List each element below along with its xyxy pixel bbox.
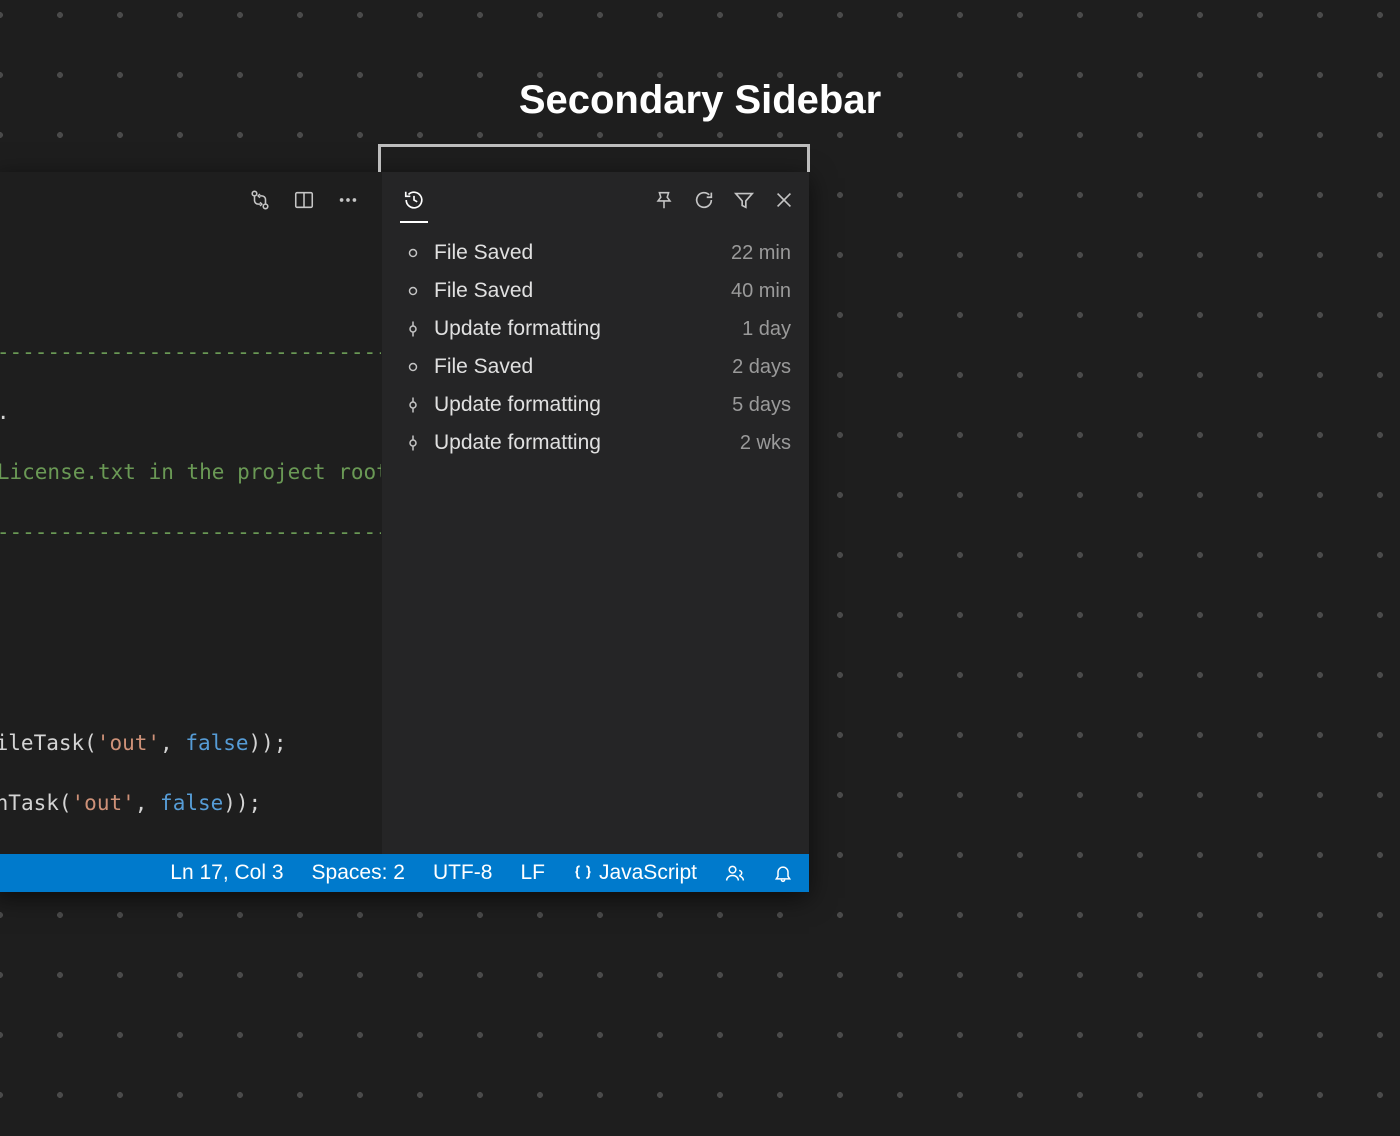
timeline-item-time: 1 day [742,318,791,341]
compare-changes-icon[interactable] [249,189,271,211]
timeline-item[interactable]: Update formatting 2 wks [400,424,791,462]
circle-icon [400,284,426,298]
timeline-item-time: 2 days [732,356,791,379]
status-language-label: JavaScript [599,861,697,885]
timeline-item-time: 40 min [731,280,791,303]
circle-icon [400,360,426,374]
status-cursor[interactable]: Ln 17, Col 3 [170,861,283,885]
editor-tab-actions [0,172,381,227]
notifications-icon[interactable] [773,863,793,883]
title-bracket [378,144,810,172]
timeline-item-label: Update formatting [426,317,601,341]
page-title: Secondary Sidebar [0,78,1400,123]
timeline-item[interactable]: Update formatting 5 days [400,386,791,424]
filter-icon[interactable] [733,189,755,211]
secondary-sidebar-header [382,172,809,228]
status-encoding[interactable]: UTF-8 [433,861,493,885]
git-commit-icon [400,320,426,338]
timeline-item-time: 22 min [731,242,791,265]
timeline-item[interactable]: Update formatting 1 day [400,310,791,348]
status-eol[interactable]: LF [520,861,545,885]
status-bar: Ln 17, Col 3 Spaces: 2 UTF-8 LF JavaScri… [0,854,809,892]
timeline-item-time: 5 days [732,394,791,417]
git-commit-icon [400,396,426,414]
git-commit-icon [400,434,426,452]
feedback-icon[interactable] [725,863,745,883]
close-icon[interactable] [773,189,795,211]
timeline-item[interactable]: File Saved 22 min [400,234,791,272]
timeline-item-label: File Saved [426,241,533,265]
timeline-item-label: Update formatting [426,431,601,455]
secondary-sidebar: File Saved 22 min File Saved 40 min Update f… [381,172,809,854]
status-spaces[interactable]: Spaces: 2 [312,861,405,885]
split-editor-icon[interactable] [293,189,315,211]
braces-icon [573,863,593,883]
timeline-item-label: File Saved [426,355,533,379]
timeline-tab[interactable] [396,182,432,218]
timeline-item[interactable]: File Saved 40 min [400,272,791,310]
status-language[interactable]: JavaScript [573,861,697,885]
circle-icon [400,246,426,260]
timeline-item-time: 2 wks [740,432,791,455]
code-editor[interactable]: ----------------------------------------… [0,227,381,854]
refresh-icon[interactable] [693,189,715,211]
timeline-item[interactable]: File Saved 2 days [400,348,791,386]
timeline-list: File Saved 22 min File Saved 40 min Update f… [382,228,809,462]
pin-icon[interactable] [653,189,675,211]
timeline-item-label: Update formatting [426,393,601,417]
more-actions-icon[interactable] [337,189,359,211]
editor-pane: ----------------------------------------… [0,172,381,854]
timeline-item-label: File Saved [426,279,533,303]
editor-window: ----------------------------------------… [0,172,809,892]
